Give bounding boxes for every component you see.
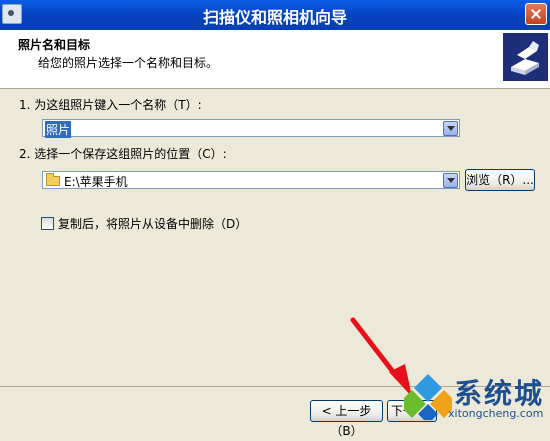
page-subtitle: 给您的照片选择一个名称和目标。 [38, 56, 219, 70]
step-1-label: 1. 为这组照片键入一个名称（T）: [19, 98, 202, 112]
delete-after-copy-checkbox[interactable] [41, 217, 54, 230]
chevron-down-icon[interactable] [443, 173, 458, 188]
chevron-down-icon[interactable] [443, 121, 458, 136]
watermark-text: 系统城 [454, 377, 545, 410]
photo-name-combobox[interactable]: 照片 [42, 119, 460, 138]
wizard-body: 1. 为这组照片键入一个名称（T）: 照片 2. 选择一个保存这组照片的位置（C… [0, 89, 550, 386]
folder-icon [46, 173, 60, 186]
watermark: 系统城 xitongcheng.com [404, 372, 550, 426]
delete-after-copy-label[interactable]: 复制后，将照片从设备中删除（D） [58, 215, 247, 232]
close-button[interactable] [525, 3, 547, 25]
title-bar: 扫描仪和照相机向导 [0, 0, 550, 30]
location-value: E:\苹果手机 [64, 175, 128, 189]
watermark-url: xitongcheng.com [448, 407, 544, 420]
browse-button[interactable]: 浏览（R）... [465, 169, 535, 191]
location-combobox[interactable]: E:\苹果手机 [42, 171, 460, 189]
watermark-logo-icon [404, 374, 452, 420]
window-title: 扫描仪和照相机向导 [202, 8, 347, 27]
wizard-header: 照片名和目标 给您的照片选择一个名称和目标。 [0, 30, 550, 89]
wizard-scanner-icon [503, 33, 548, 81]
photo-name-value: 照片 [45, 121, 72, 138]
step-2-label: 2. 选择一个保存这组照片的位置（C）: [19, 147, 227, 161]
page-title: 照片名和目标 [18, 38, 91, 52]
back-button[interactable]: < 上一步（B） [310, 400, 383, 438]
